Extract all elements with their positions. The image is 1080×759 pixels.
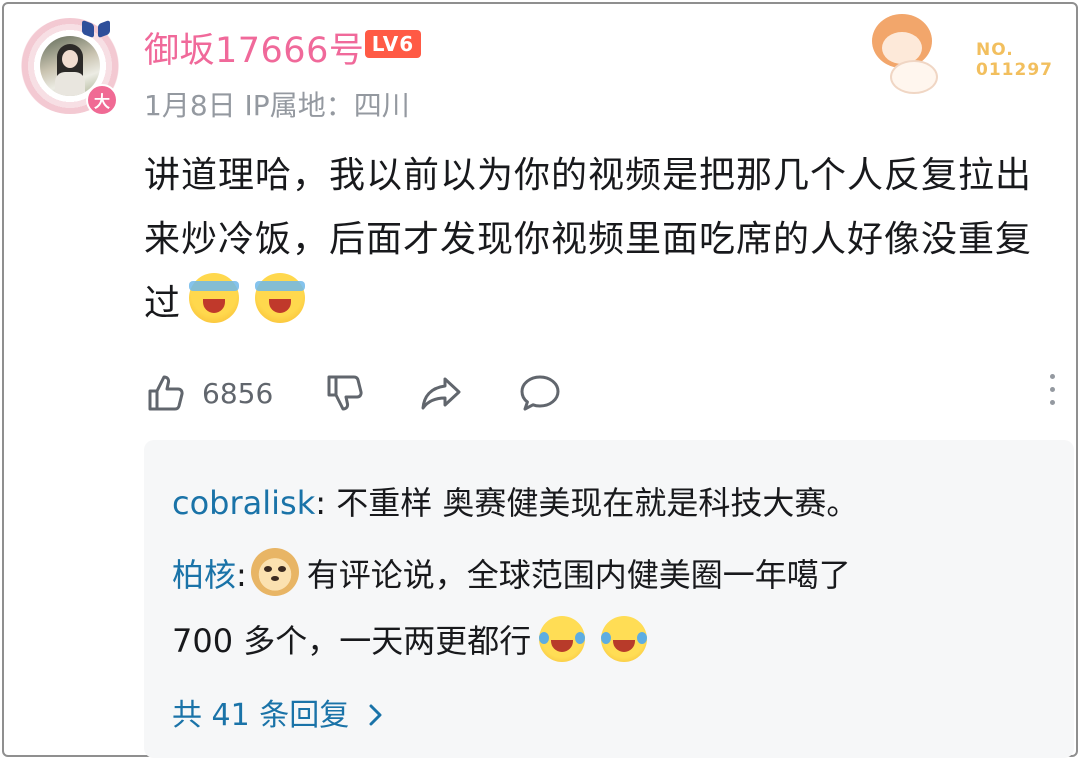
reply-preview-panel: cobralisk: 不重样 奥赛健美现在就是科技大赛。 柏核: 有评论说，全球范… (144, 440, 1074, 758)
reply-text-continued: 700 多个，一天两更都行 (172, 616, 655, 662)
like-icon (148, 375, 184, 411)
share-icon (421, 377, 461, 410)
more-icon[interactable] (1046, 374, 1058, 410)
like-button[interactable]: 6856 (144, 371, 273, 415)
level-badge: LV6 (365, 30, 421, 58)
username[interactable]: 御坂17666号 (144, 22, 364, 73)
reply-icon (520, 375, 560, 411)
laugh-cry-emoji-icon (601, 616, 648, 662)
comment-date: 1月8日 (144, 89, 236, 122)
laugh-cry-emoji-icon (539, 616, 586, 662)
comment-actions: 6856 (144, 369, 563, 417)
ip-location: IP属地：四川 (244, 89, 410, 122)
reply-author[interactable]: cobralisk (172, 484, 315, 522)
avatar-badge: 大 (86, 84, 118, 116)
chevron-right-icon (369, 704, 382, 726)
avatar[interactable]: 大 (20, 18, 124, 118)
comment-content: 讲道理哈，我以前以为你的视频是把那几个人反复拉出来炒冷饭，后面才发现你视频里面吃… (144, 144, 1064, 336)
decoration-number: NO. 011297 (976, 40, 1053, 80)
share-button[interactable] (419, 371, 465, 415)
like-count: 6856 (202, 376, 274, 410)
cry-laugh-emoji-icon (255, 273, 306, 323)
fan-decoration-icon (862, 8, 942, 94)
reply-button[interactable] (517, 371, 563, 415)
reply-text: 不重样 奥赛健美现在就是科技大赛。 (336, 484, 859, 522)
reply-author[interactable]: 柏核 (172, 556, 236, 594)
reply-item[interactable]: cobralisk: 不重样 奥赛健美现在就是科技大赛。 (172, 478, 858, 524)
view-more-replies-link[interactable]: 共 41 条回复 (172, 690, 387, 734)
comment-meta: 1月8日 IP属地：四川 (144, 84, 410, 124)
dislike-button[interactable] (323, 371, 367, 415)
reply-item[interactable]: 柏核: 有评论说，全球范围内健美圈一年噶了 (172, 548, 851, 596)
bow-decoration-icon (82, 20, 110, 38)
dislike-icon (327, 375, 363, 411)
reply-text: 有评论说，全球范围内健美圈一年噶了 (306, 556, 851, 594)
doge-emoji-icon (250, 548, 299, 596)
comment-card: 大 御坂17666号 LV6 1月8日 IP属地：四川 NO. 011297 讲… (2, 2, 1078, 758)
cry-laugh-emoji-icon (189, 273, 240, 323)
